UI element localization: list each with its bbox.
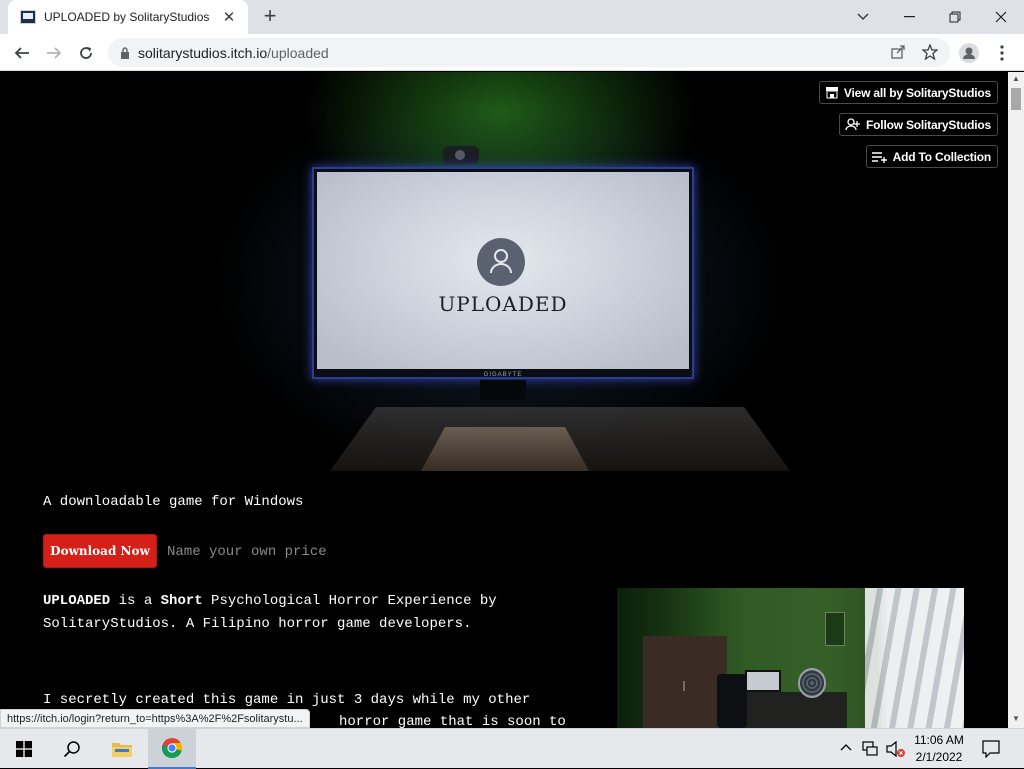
windows-taskbar: 11:06 AM 2/1/2022 (0, 728, 1024, 769)
view-all-label: View all by SolitaryStudios (843, 85, 991, 100)
restore-button[interactable] (932, 0, 978, 34)
start-button[interactable] (0, 729, 48, 769)
search-button[interactable] (48, 729, 96, 769)
browser-toolbar: solitarystudios.itch.io/uploaded (0, 34, 1024, 71)
reload-icon (80, 47, 92, 59)
close-window-button[interactable] (978, 0, 1024, 34)
back-button[interactable] (8, 39, 36, 67)
back-arrow-icon (14, 47, 29, 59)
chrome-taskbar-button[interactable] (148, 729, 196, 769)
add-user-icon (845, 118, 861, 131)
follow-label: Follow SolitaryStudios (866, 117, 991, 132)
profile-avatar-icon (959, 43, 979, 63)
price-label: Name your own price (167, 544, 327, 560)
desc-game-name: UPLOADED (43, 593, 111, 609)
new-tab-button[interactable]: + (258, 5, 282, 29)
clock-time: 11:06 AM (914, 733, 964, 747)
screenshot-frame (825, 612, 845, 646)
forward-button[interactable] (40, 39, 68, 67)
desc-short: Short (160, 593, 203, 609)
screenshot-cabinet (643, 636, 727, 728)
game-logo-title: UPLOADED (438, 292, 568, 316)
link-status-bar: https://itch.io/login?return_to=https%3A… (0, 709, 310, 728)
monitor-screen: UPLOADED (317, 172, 689, 369)
store-icon (825, 86, 839, 99)
screenshot-chair (717, 674, 747, 728)
game-description: UPLOADED is a Short Psychological Horror… (43, 590, 603, 636)
web-page: UPLOADED GIGABYTE View all by SolitarySt… (0, 72, 1008, 728)
network-icon[interactable] (862, 741, 880, 757)
clock-date: 2/1/2022 (915, 750, 963, 764)
notifications-icon[interactable] (982, 740, 1000, 758)
desc-text-is: is a (110, 593, 161, 609)
monitor-graphic: UPLOADED GIGABYTE (312, 167, 694, 379)
browser-tab[interactable]: UPLOADED by SolitaryStudios ✕ (8, 0, 248, 34)
screenshot-monitor (745, 670, 781, 692)
lock-icon (121, 46, 129, 59)
volume-muted-icon[interactable] (886, 740, 906, 758)
desc2-line1: I secretly created this game in just 3 d… (43, 692, 531, 708)
taskbar-clock[interactable]: 11:06 AM 2/1/2022 (908, 732, 970, 766)
screenshot-fan (798, 668, 826, 698)
address-bar[interactable]: solitarystudios.itch.io/uploaded (108, 38, 950, 67)
playlist-add-icon (871, 151, 888, 163)
folder-icon (112, 743, 132, 757)
webcam-graphic (443, 146, 479, 164)
forward-arrow-icon (47, 47, 62, 59)
game-platform-tagline: A downloadable game for Windows (43, 494, 304, 510)
browser-menu-button[interactable] (988, 39, 1016, 67)
url-text: solitarystudios.itch.io/uploaded (138, 44, 329, 61)
tab-strip: UPLOADED by SolitaryStudios ✕ + (0, 0, 1024, 34)
itchio-favicon-icon (20, 10, 36, 24)
page-scrollbar[interactable]: ▲ ▼ (1008, 72, 1024, 728)
windows-logo-icon (16, 741, 32, 757)
share-icon[interactable] (890, 44, 906, 60)
search-icon (63, 741, 80, 758)
reload-button[interactable] (72, 39, 100, 67)
user-avatar-icon (477, 238, 525, 286)
screenshot-curtain (865, 588, 964, 728)
monitor-stand (480, 380, 526, 400)
minimize-button[interactable] (886, 0, 932, 34)
tab-search-chevron-icon[interactable] (840, 0, 886, 34)
view-all-button[interactable]: View all by SolitaryStudios (818, 81, 998, 104)
add-to-collection-button[interactable]: Add To Collection (865, 145, 998, 168)
file-explorer-button[interactable] (98, 729, 146, 769)
scroll-up-arrow-icon[interactable]: ▲ (1012, 74, 1020, 83)
download-now-button[interactable]: Download Now (43, 534, 157, 568)
add-collection-label: Add To Collection (892, 149, 992, 164)
tab-title: UPLOADED by SolitaryStudios (44, 10, 210, 24)
close-tab-icon[interactable]: ✕ (220, 8, 238, 26)
game-screenshot[interactable] (617, 588, 964, 728)
kebab-menu-icon (1000, 45, 1004, 61)
scrollbar-thumb[interactable] (1011, 88, 1021, 110)
profile-button[interactable] (955, 39, 983, 67)
monitor-brand-label: GIGABYTE (483, 372, 523, 378)
bookmark-star-icon[interactable] (922, 44, 938, 60)
chrome-icon (161, 738, 183, 759)
follow-button[interactable]: Follow SolitaryStudios (839, 113, 998, 136)
show-hidden-icons-chevron-icon[interactable] (840, 743, 852, 751)
scroll-down-arrow-icon[interactable]: ▼ (1012, 714, 1020, 723)
